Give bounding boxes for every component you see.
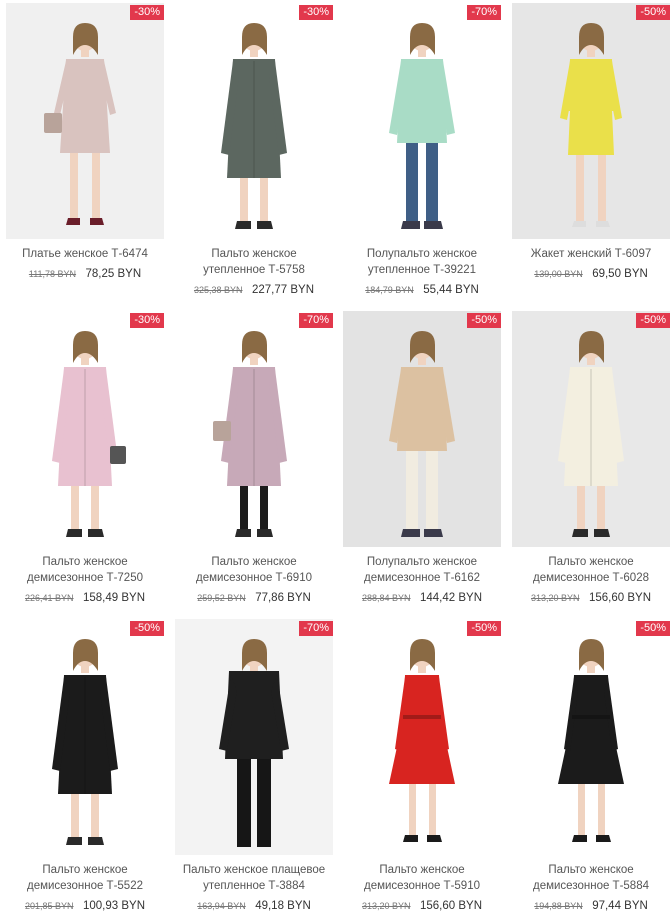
product-prices: 313,20 BYN 156,60 BYN	[512, 588, 670, 606]
discount-badge: -30%	[130, 313, 164, 328]
product-name[interactable]: Полупальто женское демисезонное Т-6162	[343, 554, 501, 586]
discount-badge: -50%	[636, 5, 670, 20]
product-photo[interactable]: -50%	[512, 311, 670, 547]
product-prices: 194,88 BYN 97,44 BYN	[512, 896, 670, 914]
product-name[interactable]: Пальто женское демисезонное Т-6910	[175, 554, 333, 586]
product-card[interactable]: -50% Пальто женское демисезонное Т-5522 …	[6, 619, 164, 914]
product-prices: 226,41 BYN 158,49 BYN	[6, 588, 164, 606]
product-card[interactable]: -50% Пальто женское демисезонное Т-5884 …	[512, 619, 670, 914]
product-name[interactable]: Платье женское Т-6474	[6, 246, 164, 262]
product-prices: 259,52 BYN 77,86 BYN	[175, 588, 333, 606]
product-image[interactable]	[343, 3, 501, 239]
product-prices: 313,20 BYN 156,60 BYN	[343, 896, 501, 914]
product-name[interactable]: Пальто женское демисезонное Т-5522	[6, 862, 164, 894]
product-name[interactable]: Полупальто женское утепленное Т-39221	[343, 246, 501, 278]
product-image[interactable]	[512, 619, 670, 855]
product-photo[interactable]: -50%	[343, 311, 501, 547]
product-photo[interactable]: -50%	[6, 619, 164, 855]
discount-badge: -70%	[467, 5, 501, 20]
product-prices: 163,94 BYN 49,18 BYN	[175, 896, 333, 914]
product-name[interactable]: Пальто женское плащевое утепленное Т-388…	[175, 862, 333, 894]
product-card[interactable]: -30% Пальто женское демисезонное Т-7250 …	[6, 311, 164, 606]
discount-badge: -50%	[636, 313, 670, 328]
current-price: 156,60 BYN	[419, 900, 482, 912]
discount-badge: -30%	[130, 5, 164, 20]
current-price: 97,44 BYN	[592, 900, 648, 912]
product-image[interactable]	[175, 311, 333, 547]
current-price: 156,60 BYN	[588, 592, 651, 604]
discount-badge: -70%	[299, 313, 333, 328]
product-card[interactable]: -70% Пальто женское демисезонное Т-6910 …	[175, 311, 333, 606]
old-price: 325,38 BYN	[193, 285, 243, 295]
old-price: 163,94 BYN	[197, 901, 246, 911]
product-photo[interactable]: -50%	[343, 619, 501, 855]
product-card[interactable]: -50% Пальто женское демисезонное Т-5910 …	[343, 619, 501, 914]
old-price: 259,52 BYN	[197, 593, 246, 603]
product-card[interactable]: -50% Жакет женский Т-6097 139,00 BYN 69,…	[512, 3, 670, 282]
product-card[interactable]: -70% Пальто женское плащевое утепленное …	[175, 619, 333, 914]
discount-badge: -50%	[636, 621, 670, 636]
product-photo[interactable]: -50%	[512, 619, 670, 855]
product-image[interactable]	[343, 311, 501, 547]
product-card[interactable]: -70% Полупальто женское утепленное Т-392…	[343, 3, 501, 298]
current-price: 49,18 BYN	[255, 900, 311, 912]
old-price: 184,79 BYN	[365, 285, 414, 295]
product-photo[interactable]: -70%	[175, 619, 333, 855]
product-name[interactable]: Жакет женский Т-6097	[512, 246, 670, 262]
product-photo[interactable]: -50%	[512, 3, 670, 239]
old-price: 313,20 BYN	[361, 901, 411, 911]
product-image[interactable]	[6, 619, 164, 855]
product-image[interactable]	[512, 3, 670, 239]
product-photo[interactable]: -30%	[6, 3, 164, 239]
product-image[interactable]	[512, 311, 670, 547]
product-photo[interactable]: -70%	[343, 3, 501, 239]
product-image[interactable]	[175, 619, 333, 855]
product-name[interactable]: Пальто женское демисезонное Т-5910	[343, 862, 501, 894]
product-image[interactable]	[175, 3, 333, 239]
product-image[interactable]	[6, 311, 164, 547]
discount-badge: -30%	[299, 5, 333, 20]
current-price: 227,77 BYN	[251, 284, 314, 296]
product-card[interactable]: -50% Полупальто женское демисезонное Т-6…	[343, 311, 501, 606]
product-name[interactable]: Пальто женское демисезонное Т-7250	[6, 554, 164, 586]
old-price: 226,41 BYN	[24, 593, 74, 603]
product-name[interactable]: Пальто женское демисезонное Т-5884	[512, 862, 670, 894]
product-image[interactable]	[6, 3, 164, 239]
discount-badge: -50%	[467, 621, 501, 636]
product-photo[interactable]: -70%	[175, 311, 333, 547]
product-prices: 201,85 BYN 100,93 BYN	[6, 896, 164, 914]
product-name[interactable]: Пальто женское утепленное Т-5758	[175, 246, 333, 278]
discount-badge: -50%	[130, 621, 164, 636]
product-grid: -30% Платье женское Т-6474 111,78 BYN 78…	[0, 0, 670, 924]
old-price: 194,88 BYN	[534, 901, 583, 911]
current-price: 78,25 BYN	[85, 268, 142, 280]
product-prices: 139,00 BYN 69,50 BYN	[512, 264, 670, 282]
current-price: 100,93 BYN	[82, 900, 145, 912]
product-card[interactable]: -30% Пальто женское утепленное Т-5758 32…	[175, 3, 333, 298]
old-price: 139,00 BYN	[534, 269, 583, 279]
product-name[interactable]: Пальто женское демисезонное Т-6028	[512, 554, 670, 586]
product-card[interactable]: -30% Платье женское Т-6474 111,78 BYN 78…	[6, 3, 164, 282]
product-image[interactable]	[343, 619, 501, 855]
discount-badge: -70%	[299, 621, 333, 636]
product-prices: 184,79 BYN 55,44 BYN	[343, 280, 501, 298]
current-price: 55,44 BYN	[423, 284, 479, 296]
old-price: 201,85 BYN	[24, 901, 74, 911]
current-price: 69,50 BYN	[592, 268, 648, 280]
current-price: 158,49 BYN	[82, 592, 145, 604]
old-price: 313,20 BYN	[530, 593, 580, 603]
product-prices: 288,84 BYN 144,42 BYN	[343, 588, 501, 606]
old-price: 288,84 BYN	[361, 593, 411, 603]
current-price: 144,42 BYN	[419, 592, 482, 604]
product-card[interactable]: -50% Пальто женское демисезонное Т-6028 …	[512, 311, 670, 606]
old-price: 111,78 BYN	[28, 269, 77, 279]
product-photo[interactable]: -30%	[6, 311, 164, 547]
current-price: 77,86 BYN	[255, 592, 311, 604]
product-photo[interactable]: -30%	[175, 3, 333, 239]
discount-badge: -50%	[467, 313, 501, 328]
product-prices: 111,78 BYN 78,25 BYN	[6, 264, 164, 282]
product-prices: 325,38 BYN 227,77 BYN	[175, 280, 333, 298]
